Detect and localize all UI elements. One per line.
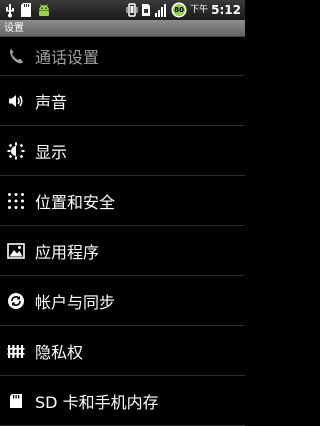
dot-grid-icon — [7, 192, 25, 210]
battery-level: 80 — [174, 6, 184, 14]
settings-item-location-security[interactable]: 位置和安全 — [0, 176, 245, 226]
item-label: 应用程序 — [35, 242, 100, 262]
settings-item-storage[interactable]: SD 卡和手机内存 — [0, 376, 245, 426]
image-icon — [7, 242, 25, 260]
storage-icon — [7, 392, 25, 410]
signal-icon — [155, 4, 167, 17]
status-bar: 80 下午 5:12 — [0, 0, 245, 20]
settings-item-call-settings[interactable]: 通话设置 — [0, 37, 245, 76]
item-label: 显示 — [35, 142, 68, 162]
clock: 5:12 — [211, 3, 241, 17]
item-label: SD 卡和手机内存 — [35, 392, 159, 412]
item-label: 帐户与同步 — [35, 292, 116, 312]
vibrate-icon — [126, 3, 138, 17]
item-label: 隐私权 — [35, 342, 84, 362]
notification-icons — [3, 2, 52, 18]
title-bar: 设置 — [0, 20, 245, 37]
speaker-icon — [7, 92, 25, 110]
settings-item-applications[interactable]: 应用程序 — [0, 226, 245, 276]
brightness-icon — [7, 142, 25, 160]
settings-item-display[interactable]: 显示 — [0, 126, 245, 176]
page-title: 设置 — [4, 23, 24, 34]
settings-item-sound[interactable]: 声音 — [0, 76, 245, 126]
phone-icon — [7, 47, 25, 65]
sd-card-icon — [21, 3, 31, 17]
settings-list[interactable]: 通话设置 声音 显示 位置和安全 应用程序 帐户与同步 隐私权 SD 卡和手机内… — [0, 37, 245, 426]
usb-icon — [6, 4, 14, 18]
sync-icon — [7, 292, 25, 310]
system-status-icons: 80 下午 5:12 — [126, 1, 241, 19]
battery-icon: 80 — [171, 2, 187, 18]
settings-item-privacy[interactable]: 隐私权 — [0, 326, 245, 376]
privacy-icon — [7, 342, 25, 360]
item-label: 通话设置 — [35, 48, 100, 67]
ampm-indicator: 下午 — [190, 5, 209, 15]
item-label: 声音 — [35, 92, 68, 112]
item-label: 位置和安全 — [35, 192, 116, 212]
settings-item-accounts-sync[interactable]: 帐户与同步 — [0, 276, 245, 326]
sim-icon — [142, 4, 151, 16]
android-debug-icon — [39, 4, 49, 16]
